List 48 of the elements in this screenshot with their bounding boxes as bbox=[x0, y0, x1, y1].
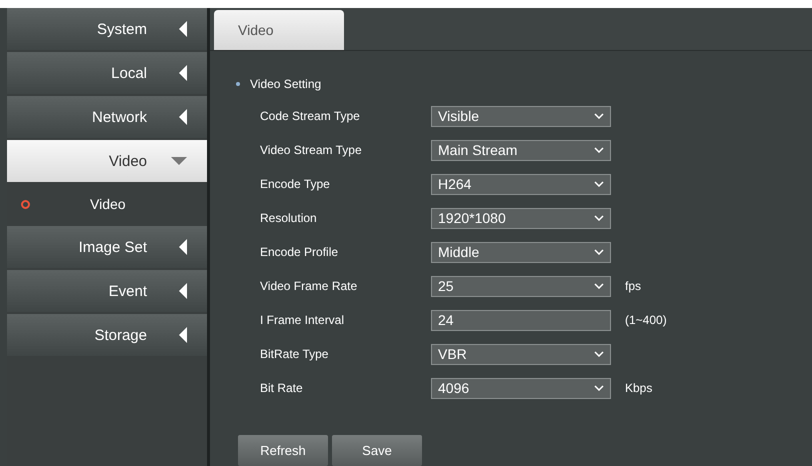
dropdown[interactable]: H264 bbox=[431, 174, 611, 194]
bullet-icon bbox=[236, 82, 240, 86]
field-label: Code Stream Type bbox=[259, 109, 361, 123]
collapsed-arrow-icon bbox=[179, 21, 187, 37]
action-button[interactable]: Refresh bbox=[238, 435, 328, 466]
menu-item[interactable]: Event bbox=[7, 270, 207, 312]
collapsed-arrow-icon bbox=[179, 283, 187, 299]
chevron-down-icon bbox=[594, 113, 604, 119]
action-button[interactable]: Save bbox=[332, 435, 422, 466]
unit-label: Kbps bbox=[625, 381, 652, 395]
dropdown[interactable]: 25 bbox=[431, 276, 611, 296]
field-label: I Frame Interval bbox=[259, 313, 346, 327]
dropdown[interactable]: Middle bbox=[431, 242, 611, 262]
unit-label: fps bbox=[625, 279, 642, 293]
input-field[interactable]: 24 bbox=[431, 310, 611, 330]
dropdown[interactable]: Main Stream bbox=[431, 140, 611, 160]
chevron-down-icon bbox=[594, 351, 604, 357]
chevron-down-icon bbox=[594, 283, 604, 289]
expanded-arrow-icon bbox=[171, 157, 187, 165]
field-label: Video Stream Type bbox=[259, 143, 363, 157]
collapsed-arrow-icon bbox=[179, 65, 187, 81]
menu-item[interactable]: Storage bbox=[7, 314, 207, 356]
menu-item[interactable]: System bbox=[7, 8, 207, 50]
section-title: Video Setting bbox=[250, 77, 322, 91]
tab[interactable]: Video bbox=[214, 10, 344, 50]
field-label: BitRate Type bbox=[259, 347, 330, 361]
menu-item[interactable]: Image Set bbox=[7, 226, 207, 268]
chevron-down-icon bbox=[594, 215, 604, 221]
chevron-down-icon bbox=[594, 147, 604, 153]
menu-item[interactable]: Local bbox=[7, 52, 207, 94]
collapsed-arrow-icon bbox=[179, 327, 187, 343]
field-label: Encode Profile bbox=[259, 245, 340, 259]
chevron-down-icon bbox=[594, 385, 604, 391]
collapsed-arrow-icon bbox=[179, 109, 187, 125]
field-label: Video Frame Rate bbox=[259, 279, 358, 293]
dropdown[interactable]: Visible bbox=[431, 106, 611, 126]
collapsed-arrow-icon bbox=[179, 239, 187, 255]
menu-item[interactable]: Network bbox=[7, 96, 207, 138]
dropdown[interactable]: 4096 bbox=[431, 378, 611, 398]
dropdown[interactable]: 1920*1080 bbox=[431, 208, 611, 228]
field-label: Encode Type bbox=[259, 177, 331, 191]
menu-item[interactable]: Video bbox=[7, 140, 207, 182]
chevron-down-icon bbox=[594, 249, 604, 255]
field-label: Resolution bbox=[259, 211, 318, 225]
dropdown[interactable]: VBR bbox=[431, 344, 611, 364]
chevron-down-icon bbox=[594, 181, 604, 187]
field-label: Bit Rate bbox=[259, 381, 304, 395]
unit-label: (1~400) bbox=[625, 313, 667, 327]
